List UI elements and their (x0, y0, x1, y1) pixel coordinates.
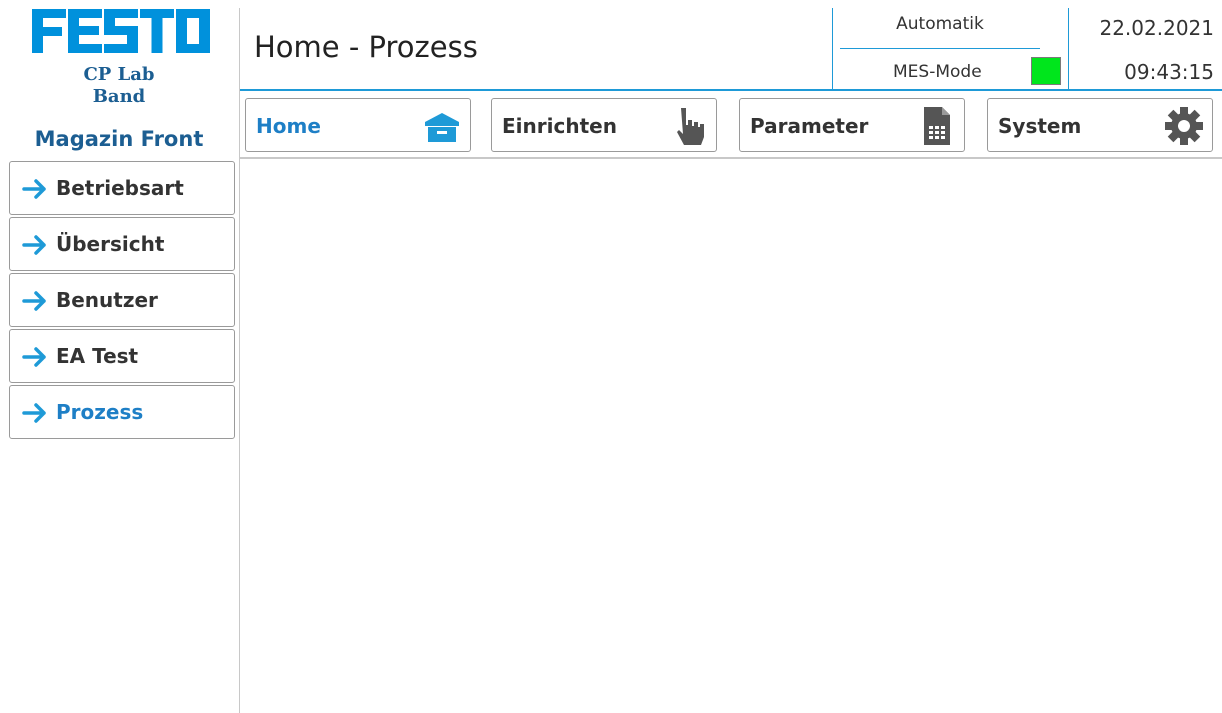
tab-system-label: System (998, 114, 1082, 138)
tab-parameter[interactable]: Parameter (739, 98, 965, 152)
tab-home[interactable]: Home (245, 98, 471, 152)
document-table-icon (924, 107, 950, 145)
hand-pointer-icon (677, 108, 704, 145)
brand-line-2: Band (92, 86, 146, 107)
brand-panel: CP Lab Band Magazin Front (0, 0, 238, 158)
gear-icon (1165, 107, 1203, 145)
arrow-right-icon (22, 235, 46, 255)
tab-einrichten[interactable]: Einrichten (491, 98, 717, 152)
arrow-right-icon (22, 347, 46, 367)
page-title: Home - Prozess (254, 30, 478, 64)
sidebar-item-label: Prozess (56, 400, 144, 424)
header-separator (832, 8, 833, 90)
festo-logo (32, 9, 210, 53)
brand-subtitle: CP Lab Band (0, 64, 238, 108)
sidebar-item-label: Betriebsart (56, 176, 184, 200)
tab-system[interactable]: System (987, 98, 1213, 152)
header-divider (840, 48, 1040, 49)
sidebar-item-benutzer[interactable]: Benutzer (9, 273, 235, 327)
mes-mode-label: MES-Mode (893, 62, 982, 82)
arrow-right-icon (22, 179, 46, 199)
sidebar-item-ea-test[interactable]: EA Test (9, 329, 235, 383)
mes-mode-indicator (1031, 57, 1061, 85)
main-content-area (240, 160, 1222, 713)
station-name: Magazin Front (34, 127, 204, 151)
time-display: 09:43:15 (1124, 60, 1214, 84)
header-underline (240, 89, 1222, 91)
sidebar-item-uebersicht[interactable]: Übersicht (9, 217, 235, 271)
tab-einrichten-label: Einrichten (502, 114, 617, 138)
sidebar-item-prozess[interactable]: Prozess (9, 385, 235, 439)
home-icon (425, 113, 459, 142)
tab-parameter-label: Parameter (750, 114, 869, 138)
sidebar-item-label: Benutzer (56, 288, 158, 312)
operating-mode-label: Automatik (896, 14, 984, 34)
sidebar-item-label: Übersicht (56, 232, 165, 256)
sidebar-item-label: EA Test (56, 344, 139, 368)
header-separator (1068, 8, 1069, 90)
tabs-underline (240, 157, 1222, 159)
arrow-right-icon (22, 403, 46, 423)
sidebar-item-betriebsart[interactable]: Betriebsart (9, 161, 235, 215)
brand-line-1: CP Lab (83, 64, 155, 85)
date-display: 22.02.2021 (1099, 16, 1214, 40)
arrow-right-icon (22, 291, 46, 311)
tab-home-label: Home (256, 114, 321, 138)
